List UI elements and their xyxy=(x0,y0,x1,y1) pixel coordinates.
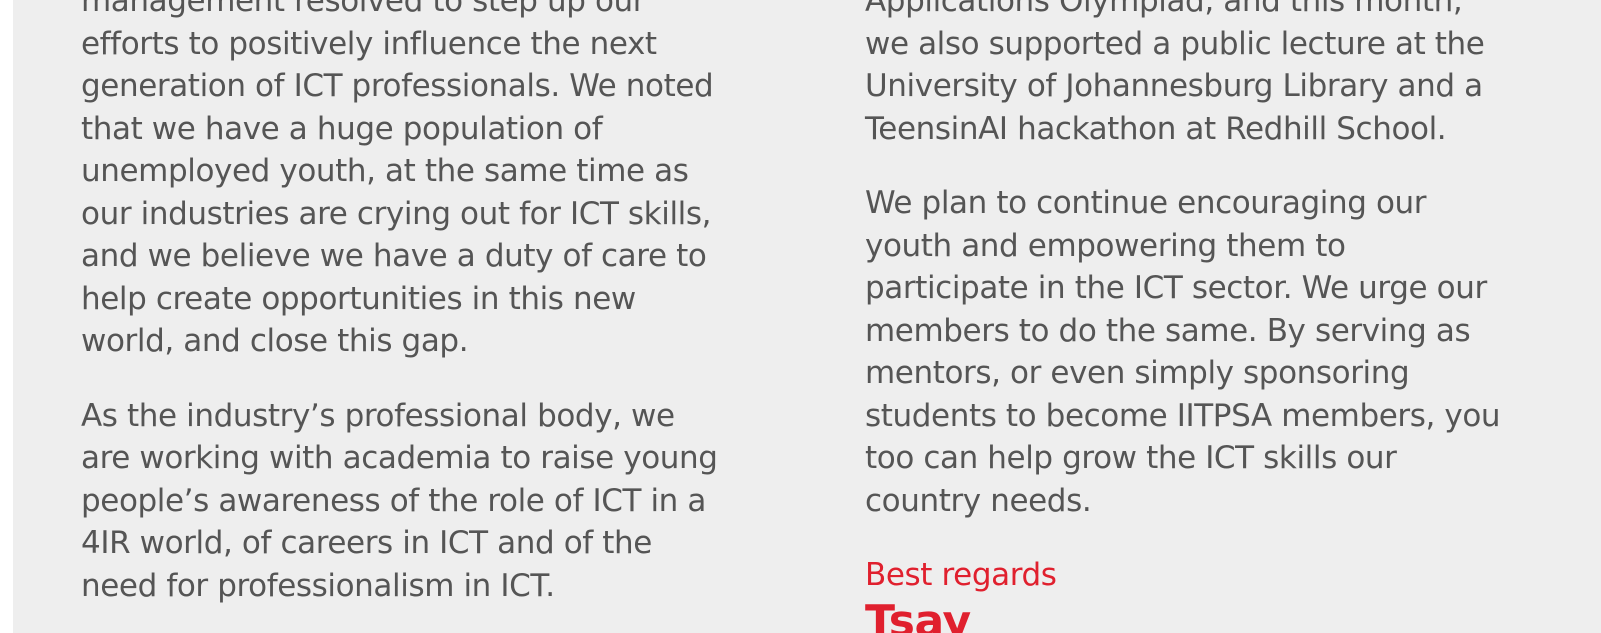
text-line: 4IR world, of careers in ICT and of the xyxy=(81,525,652,561)
left-column: management resolved to step up our effor… xyxy=(81,0,761,633)
text-line: TeensinAI hackathon at Redhill School. xyxy=(865,110,1447,147)
text-line: world, and close this gap. xyxy=(81,323,469,359)
text-line: youth and empowering them to xyxy=(865,227,1346,264)
text-line: we also supported a public lecture at th… xyxy=(865,25,1485,62)
text-line: We plan to continue encouraging our xyxy=(865,185,1427,221)
text-line: members to do the same. By serving as xyxy=(865,312,1471,349)
text-line: participate in the ICT sector. We urge o… xyxy=(865,270,1487,306)
text-line: unemployed youth, at the same time as xyxy=(81,153,689,189)
text-line: and we believe we have a duty of care to xyxy=(81,238,707,274)
text-line: students to become IITPSA members, you xyxy=(865,397,1501,434)
left-paragraph-2: As the industry’s professional body, we … xyxy=(81,395,761,608)
text-line: need for professionalism in ICT. xyxy=(81,567,555,604)
left-paragraph-1: management resolved to step up our effor… xyxy=(81,0,761,363)
text-line: management resolved to step up our xyxy=(81,0,646,19)
right-column: Applications Olympiad, and this month, w… xyxy=(865,0,1565,633)
text-line: Applications Olympiad, and this month, xyxy=(865,0,1463,19)
text-line: our industries are crying out for ICT sk… xyxy=(81,195,712,232)
text-line: generation of ICT professionals. We note… xyxy=(81,68,714,104)
text-line: efforts to positively influence the next xyxy=(81,25,657,62)
text-line: people’s awareness of the role of ICT in… xyxy=(81,482,706,519)
text-line: University of Johannesburg Library and a xyxy=(865,68,1483,104)
signature-name: Tsay xyxy=(865,596,971,633)
closing-regards: Best regards xyxy=(865,557,1057,593)
text-line: help create opportunities in this new xyxy=(81,280,636,317)
text-line: are working with academia to raise young xyxy=(81,440,718,476)
article-panel: management resolved to step up our effor… xyxy=(13,0,1601,633)
text-line: too can help grow the ICT skills our xyxy=(865,440,1397,476)
text-line: that we have a huge population of xyxy=(81,110,603,147)
text-line: As the industry’s professional body, we xyxy=(81,397,675,434)
right-paragraph-1: Applications Olympiad, and this month, w… xyxy=(865,0,1565,150)
right-paragraph-2: We plan to continue encouraging our yout… xyxy=(865,182,1565,522)
text-line: country needs. xyxy=(865,482,1092,519)
text-line: mentors, or even simply sponsoring xyxy=(865,355,1410,391)
